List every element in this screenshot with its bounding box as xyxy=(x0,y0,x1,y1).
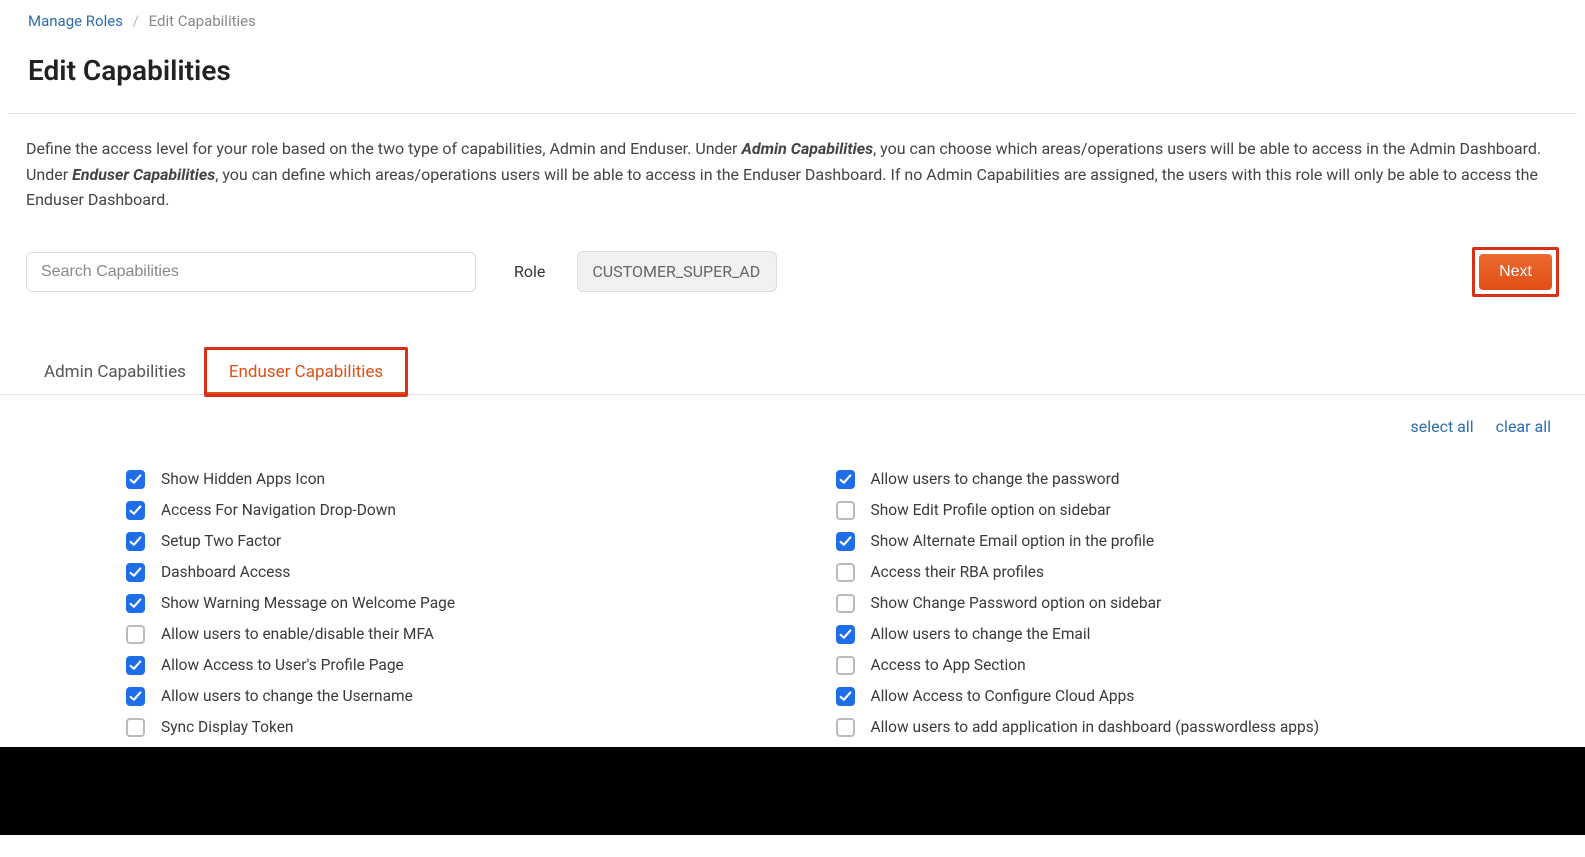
capability-label: Allow users to add application in dashbo… xyxy=(871,718,1320,736)
tab-admin-capabilities[interactable]: Admin Capabilities xyxy=(26,350,204,394)
capability-label: Dashboard Access xyxy=(161,563,290,581)
capability-item: Show Hidden Apps Icon xyxy=(126,464,816,495)
capability-item: Dashboard Access xyxy=(126,557,816,588)
capability-item: Sync Display Token xyxy=(126,712,816,743)
capability-label: Show Warning Message on Welcome Page xyxy=(161,594,455,612)
tabs: Admin Capabilities Enduser Capabilities xyxy=(0,297,1585,395)
tab-enduser-capabilities-highlight: Enduser Capabilities xyxy=(204,347,408,397)
breadcrumb-parent-link[interactable]: Manage Roles xyxy=(28,12,123,30)
breadcrumb-current: Edit Capabilities xyxy=(149,12,256,30)
capability-item: Allow users to add application in dashbo… xyxy=(836,712,1526,743)
capability-item: Allow Access to Configure Cloud Apps xyxy=(836,681,1526,712)
next-button[interactable]: Next xyxy=(1479,254,1552,290)
capability-item: Allow users to change the Email xyxy=(836,619,1526,650)
capability-item: Show Warning Message on Welcome Page xyxy=(126,588,816,619)
capability-item: Allow Access to User's Profile Page xyxy=(126,650,816,681)
capability-label: Allow Access to User's Profile Page xyxy=(161,656,404,674)
capability-checkbox[interactable] xyxy=(836,625,855,644)
capability-label: Allow users to change the Email xyxy=(871,625,1091,643)
role-label: Role xyxy=(514,262,545,281)
capability-item: Show Edit Profile option on sidebar xyxy=(836,495,1526,526)
capabilities-list: Show Hidden Apps Icon Access For Navigati… xyxy=(0,436,1565,743)
capability-checkbox[interactable] xyxy=(126,594,145,613)
role-value: CUSTOMER_SUPER_AD xyxy=(577,251,777,292)
capability-label: Sync Display Token xyxy=(161,718,293,736)
capability-checkbox[interactable] xyxy=(836,532,855,551)
tab-enduser-capabilities[interactable]: Enduser Capabilities xyxy=(207,350,405,394)
capability-label: Access For Navigation Drop-Down xyxy=(161,501,396,519)
footer-bar xyxy=(0,747,1585,835)
capability-item: Allow users to enable/disable their MFA xyxy=(126,619,816,650)
capability-label: Setup Two Factor xyxy=(161,532,281,550)
breadcrumb-separator: / xyxy=(133,12,139,30)
capability-item: Access their RBA profiles xyxy=(836,557,1526,588)
page-title: Edit Capabilities xyxy=(0,40,1585,113)
desc-text: , you can define which areas/operations … xyxy=(26,165,1538,210)
capability-label: Show Change Password option on sidebar xyxy=(871,594,1162,612)
capability-checkbox[interactable] xyxy=(836,656,855,675)
desc-bold: Admin Capabilities xyxy=(741,139,873,158)
capability-item: Setup Two Factor xyxy=(126,526,816,557)
clear-all-link[interactable]: clear all xyxy=(1496,417,1551,436)
capability-checkbox[interactable] xyxy=(836,594,855,613)
next-button-highlight: Next xyxy=(1472,247,1559,297)
capability-item: Show Alternate Email option in the profi… xyxy=(836,526,1526,557)
capability-item: Show Change Password option on sidebar xyxy=(836,588,1526,619)
capability-checkbox[interactable] xyxy=(126,625,145,644)
capability-label: Allow users to enable/disable their MFA xyxy=(161,625,434,643)
capability-checkbox[interactable] xyxy=(126,656,145,675)
capability-item: Allow users to change the Username xyxy=(126,681,816,712)
capability-checkbox[interactable] xyxy=(836,687,855,706)
capability-checkbox[interactable] xyxy=(126,532,145,551)
capability-label: Access to App Section xyxy=(871,656,1026,674)
capability-checkbox[interactable] xyxy=(126,687,145,706)
capability-label: Allow Access to Configure Cloud Apps xyxy=(871,687,1135,705)
capability-label: Access their RBA profiles xyxy=(871,563,1044,581)
capability-label: Show Hidden Apps Icon xyxy=(161,470,325,488)
capability-item: Allow users to change the password xyxy=(836,464,1526,495)
capability-label: Show Edit Profile option on sidebar xyxy=(871,501,1111,519)
capability-label: Show Alternate Email option in the profi… xyxy=(871,532,1155,550)
capability-checkbox[interactable] xyxy=(836,718,855,737)
page-description: Define the access level for your role ba… xyxy=(0,114,1585,213)
capability-label: Allow users to change the password xyxy=(871,470,1120,488)
capability-item: Access to App Section xyxy=(836,650,1526,681)
desc-text: Define the access level for your role ba… xyxy=(26,139,741,158)
capability-checkbox[interactable] xyxy=(836,563,855,582)
desc-bold: Enduser Capabilities xyxy=(72,165,215,184)
capability-label: Allow users to change the Username xyxy=(161,687,413,705)
capability-checkbox[interactable] xyxy=(126,470,145,489)
capability-checkbox[interactable] xyxy=(126,718,145,737)
capability-checkbox[interactable] xyxy=(836,501,855,520)
breadcrumb: Manage Roles / Edit Capabilities xyxy=(0,12,1585,40)
capability-checkbox[interactable] xyxy=(126,563,145,582)
search-input[interactable] xyxy=(26,252,476,292)
capability-checkbox[interactable] xyxy=(126,501,145,520)
capability-item: Access For Navigation Drop-Down xyxy=(126,495,816,526)
capability-checkbox[interactable] xyxy=(836,470,855,489)
select-all-link[interactable]: select all xyxy=(1410,417,1473,436)
